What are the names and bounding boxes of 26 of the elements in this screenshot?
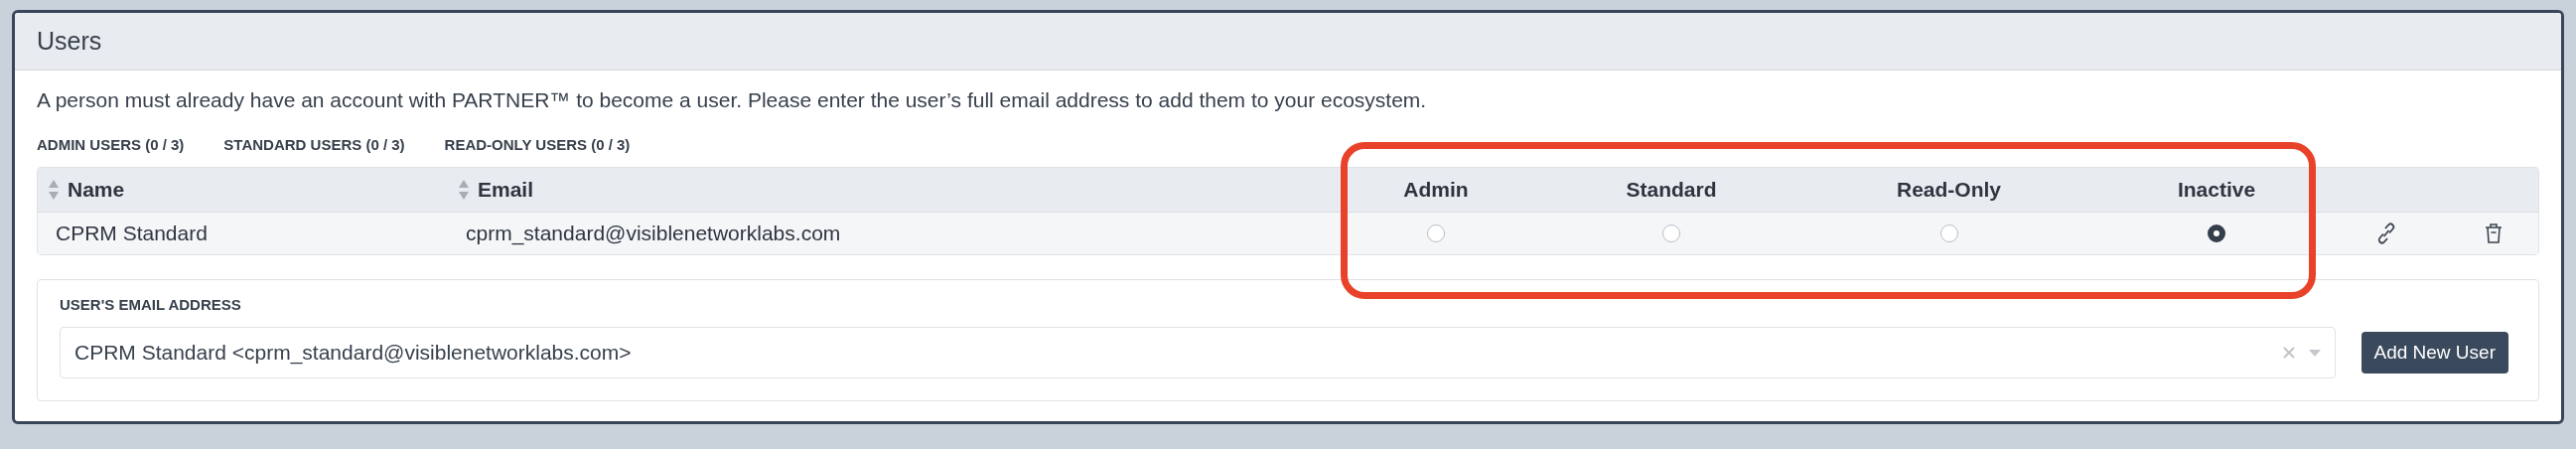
link-icon[interactable] xyxy=(2376,223,2396,244)
clear-icon[interactable] xyxy=(2282,347,2295,359)
column-header[interactable]: Name xyxy=(68,178,125,202)
panel-title: Users xyxy=(15,13,2561,71)
column-header[interactable]: Email xyxy=(478,178,534,202)
role-radio[interactable] xyxy=(2208,224,2225,242)
email-select[interactable]: CPRM Standard <cprm_standard@visiblenetworklabs.com> xyxy=(60,327,2336,378)
field-label: USER'S EMAIL ADDRESS xyxy=(60,296,242,313)
table-cell-text: cprm_standard@visiblenetworklabs.com xyxy=(465,222,842,245)
user-count-label: STANDARD USERS (0 / 3) xyxy=(223,136,405,153)
role-radio[interactable] xyxy=(1939,224,1958,242)
sort-icon[interactable] xyxy=(48,179,60,201)
add-user-button[interactable]: Add New User xyxy=(2361,332,2508,374)
role-radio[interactable] xyxy=(1662,224,1680,242)
caret-icon[interactable] xyxy=(2308,349,2321,357)
sort-icon[interactable] xyxy=(458,179,470,201)
column-header: Standard xyxy=(1625,178,1718,202)
table-cell-text: CPRM Standard xyxy=(55,222,209,245)
column-header: Admin xyxy=(1402,178,1470,202)
description-text: A person must already have an account with PARTNER™ to become a user. Please enter the user’s full email address to add them to your ecosystem. xyxy=(37,88,1428,112)
user-count-label: READ-ONLY USERS (0 / 3) xyxy=(444,136,631,153)
column-header: Inactive xyxy=(2176,178,2257,202)
column-header: Read-Only xyxy=(1896,178,2002,202)
trash-icon[interactable] xyxy=(2485,223,2503,244)
role-radio[interactable] xyxy=(1427,224,1445,242)
user-count-label: ADMIN USERS (0 / 3) xyxy=(37,136,185,153)
